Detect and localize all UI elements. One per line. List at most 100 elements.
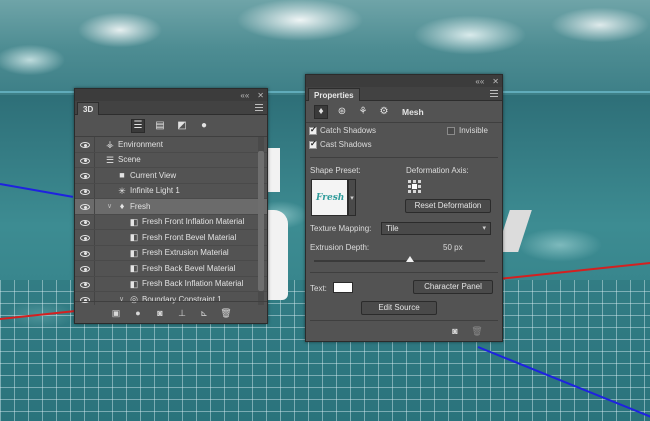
tree-item-label: Infinite Light 1	[130, 186, 180, 195]
3d-panel[interactable]: «« ✕ 3D ☰ ▤ ◩ ● ⚶ Environment ☰ Scene ■ Curre…	[74, 88, 268, 324]
divider	[310, 157, 498, 158]
extrusion-depth-slider[interactable]	[314, 260, 485, 262]
row-separator	[94, 199, 95, 214]
scene-icon: ☰	[105, 154, 115, 165]
whole-scene-icon[interactable]: ☰	[131, 118, 145, 133]
panel-tabbar: 3D	[75, 101, 267, 115]
visibility-eye-icon[interactable]	[80, 235, 90, 241]
close-icon[interactable]: ✕	[257, 91, 264, 100]
row-infinite-light[interactable]: ✳ Infinite Light 1	[75, 183, 267, 199]
new-constraint-icon[interactable]: ⊾	[198, 307, 210, 319]
mesh-icon: ♦	[119, 201, 125, 211]
panel-drag-bar[interactable]: «« ✕	[306, 75, 502, 87]
texture-mapping-value: Tile	[386, 224, 399, 233]
extrusion-depth-slider-knob[interactable]	[405, 256, 414, 262]
row-separator	[94, 168, 95, 183]
row-separator	[94, 152, 95, 167]
visibility-eye-icon[interactable]	[80, 173, 90, 179]
visibility-eye-icon[interactable]	[80, 142, 90, 148]
render-icon[interactable]: ◙	[154, 307, 166, 319]
row-separator	[94, 214, 95, 229]
tree-item-label: Fresh Back Inflation Material	[142, 279, 244, 288]
add-mesh-icon[interactable]: ▣	[110, 307, 122, 319]
row-scene[interactable]: ☰ Scene	[75, 152, 267, 168]
meshes-icon[interactable]: ▤	[153, 119, 167, 133]
row-separator	[94, 137, 95, 152]
trash-icon[interactable]: 🗑	[471, 325, 483, 337]
material-icon: ◧	[129, 278, 139, 289]
coordinates-mode-icon[interactable]: ⚙	[377, 105, 391, 119]
row-separator	[94, 261, 95, 276]
extrusion-depth-value[interactable]: 50 px	[443, 243, 463, 252]
scene-tree[interactable]: ⚶ Environment ☰ Scene ■ Current View ✳ Infinite…	[75, 137, 267, 305]
shape-preset-label: Shape Preset:	[310, 166, 361, 175]
visibility-eye-icon[interactable]	[80, 266, 90, 272]
row-environment[interactable]: ⚶ Environment	[75, 137, 267, 153]
row-front-bevel[interactable]: ◧ Fresh Front Bevel Material	[75, 230, 267, 246]
scrollbar-thumb[interactable]	[258, 151, 264, 291]
trash-icon[interactable]: 🗑	[220, 307, 232, 319]
chevron-down-icon[interactable]: ∨	[107, 199, 112, 215]
visibility-eye-icon[interactable]	[80, 204, 90, 210]
preset-thumb-text: Fresh	[316, 193, 345, 203]
chevron-down-icon: ▾	[350, 195, 354, 202]
3d-text-fragment	[268, 210, 288, 300]
environment-icon: ⚶	[106, 139, 114, 149]
character-panel-button[interactable]: Character Panel	[413, 280, 493, 294]
panel-menu-icon[interactable]	[490, 90, 498, 97]
collapse-icon[interactable]: ««	[240, 91, 249, 100]
row-extrusion[interactable]: ◧ Fresh Extrusion Material	[75, 245, 267, 261]
material-icon: ◧	[129, 232, 139, 242]
visibility-eye-icon[interactable]	[80, 250, 90, 257]
extrusion-depth-label: Extrusion Depth:	[310, 243, 370, 252]
lights-icon[interactable]: ●	[197, 119, 211, 133]
material-icon: ◧	[129, 216, 139, 227]
cast-shadows-checkbox[interactable]	[309, 139, 317, 149]
tab-3d[interactable]: 3D	[77, 102, 100, 115]
row-separator	[94, 230, 95, 245]
panel-menu-icon[interactable]	[255, 104, 263, 111]
visibility-eye-icon[interactable]	[80, 188, 90, 195]
chevron-down-icon: ▾	[482, 225, 486, 232]
tab-properties[interactable]: Properties	[308, 88, 360, 101]
deformation-axis-grid[interactable]	[408, 180, 421, 193]
panel-drag-bar[interactable]: «« ✕	[75, 89, 267, 101]
mesh-mode-icon[interactable]: ♦	[314, 104, 328, 119]
visibility-eye-icon[interactable]	[80, 281, 90, 288]
shape-preset-dropdown[interactable]: ▾	[348, 179, 356, 216]
invisible-checkbox[interactable]	[447, 127, 455, 135]
text-color-swatch[interactable]	[333, 282, 353, 293]
mode-label: Mesh	[402, 106, 424, 117]
row-back-inflation[interactable]: ◧ Fresh Back Inflation Material	[75, 276, 267, 292]
reset-deformation-button[interactable]: Reset Deformation	[405, 199, 491, 213]
cap-mode-icon[interactable]: ⚘	[356, 105, 370, 119]
texture-mapping-select[interactable]: Tile ▾	[381, 222, 491, 235]
filter-bar: ☰ ▤ ◩ ●	[75, 115, 267, 137]
render-icon[interactable]: ◙	[449, 325, 461, 337]
materials-icon[interactable]: ◩	[175, 119, 189, 133]
ground-icon[interactable]: ⊥	[176, 307, 188, 319]
row-fresh[interactable]: ∨ ♦ Fresh	[75, 199, 267, 215]
shape-preset-thumbnail[interactable]: Fresh	[311, 179, 348, 216]
divider	[310, 272, 498, 273]
close-icon[interactable]: ✕	[492, 77, 499, 86]
texture-mapping-label: Texture Mapping:	[310, 224, 372, 233]
row-current-view[interactable]: ■ Current View	[75, 168, 267, 184]
deform-mode-icon[interactable]: ⊛	[335, 105, 349, 119]
row-back-bevel[interactable]: ◧ Fresh Back Bevel Material	[75, 261, 267, 277]
visibility-eye-icon[interactable]	[80, 157, 90, 164]
row-separator	[94, 183, 95, 198]
divider	[310, 320, 498, 321]
collapse-icon[interactable]: ««	[475, 77, 484, 86]
scrollbar[interactable]	[258, 137, 264, 305]
row-front-inflation[interactable]: ◧ Fresh Front Inflation Material	[75, 214, 267, 230]
properties-panel[interactable]: «« ✕ Properties ♦ ⊛ ⚘ ⚙ Mesh Catch Shado…	[305, 74, 503, 342]
invisible-label: Invisible	[459, 126, 488, 135]
material-icon: ◧	[129, 263, 139, 273]
add-light-icon[interactable]: ●	[132, 307, 144, 319]
edit-source-button[interactable]: Edit Source	[361, 301, 437, 315]
tree-item-label: Fresh Front Bevel Material	[142, 232, 237, 242]
visibility-eye-icon[interactable]	[80, 219, 90, 226]
row-separator	[94, 245, 95, 260]
catch-shadows-checkbox[interactable]	[309, 125, 317, 135]
